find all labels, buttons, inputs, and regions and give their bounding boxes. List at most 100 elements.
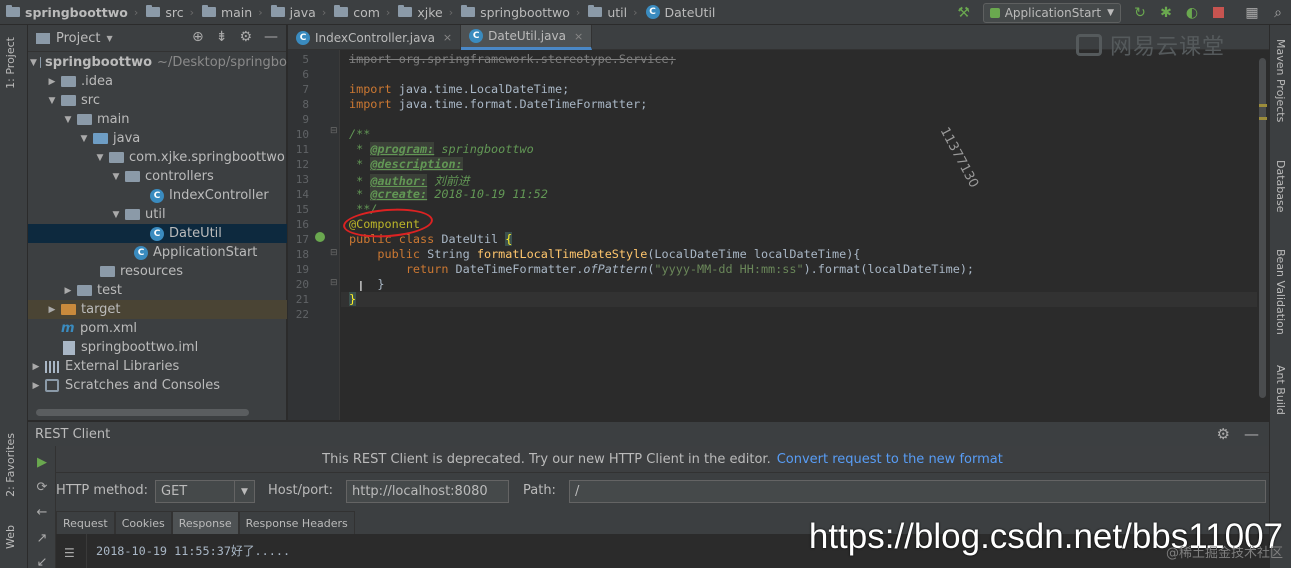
refresh-icon[interactable]: ⟳: [34, 479, 50, 495]
fold-icon[interactable]: ⊟: [330, 248, 338, 258]
expand-arrow-icon[interactable]: ▼: [62, 115, 74, 125]
project-view-select[interactable]: Project: [56, 31, 100, 46]
run-configuration-select[interactable]: ApplicationStart ▼: [982, 2, 1121, 23]
search-icon[interactable]: ⌕: [1267, 2, 1289, 24]
convert-request-link[interactable]: Convert request to the new format: [777, 452, 1003, 467]
code-line: }: [349, 277, 385, 291]
coverage-icon[interactable]: ◐: [1181, 2, 1203, 24]
expand-arrow-icon[interactable]: ▶: [46, 305, 58, 315]
tree-item[interactable]: C IndexController: [28, 186, 287, 205]
tree-item[interactable]: ▼ controllers: [28, 167, 287, 186]
breadcrumb-item[interactable]: util: [582, 0, 631, 25]
tab-cookies[interactable]: Cookies: [114, 511, 172, 534]
source-folder-icon: [93, 133, 108, 144]
breadcrumb-item[interactable]: springboottwo: [455, 0, 574, 25]
tree-item[interactable]: C ApplicationStart: [28, 243, 287, 262]
chevron-down-icon[interactable]: ▼: [234, 480, 254, 503]
breadcrumb-item[interactable]: com: [328, 0, 384, 25]
expand-arrow-icon[interactable]: ▼: [110, 172, 122, 182]
expand-arrow-icon[interactable]: ▶: [30, 362, 42, 372]
line-number: 18: [295, 248, 309, 261]
favorites-tool-tab[interactable]: 2: Favorites: [4, 433, 17, 497]
import-icon[interactable]: ↙: [34, 554, 50, 568]
tree-item-root[interactable]: ▼ springboottwo ~/Desktop/springbo: [28, 53, 287, 72]
project-structure-icon[interactable]: ▦: [1241, 2, 1263, 24]
excluded-folder-icon: [61, 304, 76, 315]
warning-marker[interactable]: [1259, 104, 1267, 107]
folder-icon: [398, 5, 413, 17]
breadcrumb-item[interactable]: main: [196, 0, 256, 25]
build-hammer-icon[interactable]: ⚒: [953, 2, 975, 24]
expand-arrow-icon[interactable]: ▼: [94, 153, 106, 163]
horizontal-scrollbar[interactable]: [36, 409, 249, 416]
expand-arrow-icon[interactable]: ▼: [78, 134, 90, 144]
rerun-icon[interactable]: ↻: [1129, 2, 1151, 24]
fold-icon[interactable]: ⊟: [330, 278, 338, 288]
tree-item[interactable]: ▼ util: [28, 205, 287, 224]
breadcrumb-item[interactable]: src: [140, 0, 187, 25]
fold-icon[interactable]: ⊟: [330, 126, 338, 136]
tree-item[interactable]: m pom.xml: [28, 319, 287, 338]
close-icon[interactable]: ×: [574, 30, 583, 43]
chevron-down-icon: ▼: [106, 33, 113, 43]
tree-item[interactable]: ▶ test: [28, 281, 287, 300]
scrollbar-thumb[interactable]: [1259, 58, 1266, 398]
expand-arrow-icon[interactable]: ▼: [110, 210, 122, 220]
code-editor[interactable]: import org.springframework.stereotype.Se…: [341, 50, 1257, 420]
breadcrumb-item[interactable]: C DateUtil: [640, 0, 720, 25]
close-icon[interactable]: ×: [443, 31, 452, 44]
tree-item-selected[interactable]: C DateUtil: [28, 224, 287, 243]
gear-icon[interactable]: ⚙: [239, 29, 252, 45]
tree-item[interactable]: ▶ Scratches and Consoles: [28, 376, 287, 395]
tree-item[interactable]: ▼ src: [28, 91, 287, 110]
database-tab[interactable]: Database: [1274, 160, 1287, 213]
left-tool-stripe: 1: Project 2: Favorites Web: [0, 25, 28, 568]
tree-item[interactable]: resources: [28, 262, 287, 281]
expand-arrow-icon[interactable]: ▶: [62, 286, 74, 296]
tree-item[interactable]: ▼ java: [28, 129, 287, 148]
locate-icon[interactable]: ⊕: [192, 29, 204, 45]
export-icon[interactable]: ↗: [34, 530, 50, 546]
tree-item-excluded[interactable]: ▶ target: [28, 300, 287, 319]
tab-response-headers[interactable]: Response Headers: [238, 511, 355, 534]
package-icon: [125, 209, 140, 220]
web-tool-tab[interactable]: Web: [4, 525, 17, 549]
code-line: import org.springframework.stereotype.Se…: [349, 52, 676, 66]
warning-marker[interactable]: [1259, 117, 1267, 120]
breadcrumb-item[interactable]: springboottwo: [0, 0, 132, 25]
back-arrow-icon[interactable]: ←: [34, 504, 50, 520]
expand-arrow-icon[interactable]: ▼: [30, 58, 37, 68]
editor-gutter: 5 6 7 8 9 10 11 12 13 14 15 16 17 18 19 …: [288, 50, 340, 420]
expand-arrow-icon[interactable]: ▶: [46, 77, 58, 87]
stop-icon[interactable]: [1207, 2, 1229, 24]
ant-build-tab[interactable]: Ant Build: [1274, 365, 1287, 415]
editor-tab[interactable]: C IndexController.java ×: [288, 25, 462, 50]
bean-validation-tab[interactable]: Bean Validation: [1274, 249, 1287, 335]
path-input[interactable]: /: [569, 480, 1266, 503]
collapse-all-icon[interactable]: ⇟: [216, 29, 228, 45]
debug-icon[interactable]: ✱: [1155, 2, 1177, 24]
project-tool-tab[interactable]: 1: Project: [4, 37, 17, 89]
bean-gutter-icon[interactable]: [315, 232, 325, 242]
editor-tab-active[interactable]: C DateUtil.java ×: [461, 25, 593, 50]
tree-item[interactable]: ▼ com.xjke.springboottwo: [28, 148, 287, 167]
soft-wrap-icon[interactable]: ☰: [64, 546, 75, 560]
hide-icon[interactable]: —: [264, 29, 278, 45]
tab-response[interactable]: Response: [171, 511, 239, 534]
maven-projects-tab[interactable]: Maven Projects: [1274, 39, 1287, 122]
line-number: 9: [302, 113, 309, 126]
hide-icon[interactable]: —: [1244, 425, 1259, 443]
expand-arrow-icon[interactable]: ▶: [30, 381, 42, 391]
tree-item[interactable]: ▶ .idea: [28, 72, 287, 91]
code-line: public String formatLocalTimeDateStyle(L…: [349, 247, 861, 261]
run-request-icon[interactable]: ▶: [34, 454, 50, 470]
gear-icon[interactable]: ⚙: [1217, 425, 1230, 443]
breadcrumb-item[interactable]: java: [265, 0, 320, 25]
tree-item[interactable]: springboottwo.iml: [28, 338, 287, 357]
expand-arrow-icon[interactable]: ▼: [46, 96, 58, 106]
host-port-input[interactable]: http://localhost:8080: [346, 480, 509, 503]
tab-request[interactable]: Request: [56, 511, 115, 534]
tree-item[interactable]: ▼ main: [28, 110, 287, 129]
breadcrumb-item[interactable]: xjke: [392, 0, 446, 25]
tree-item[interactable]: ▶ External Libraries: [28, 357, 287, 376]
